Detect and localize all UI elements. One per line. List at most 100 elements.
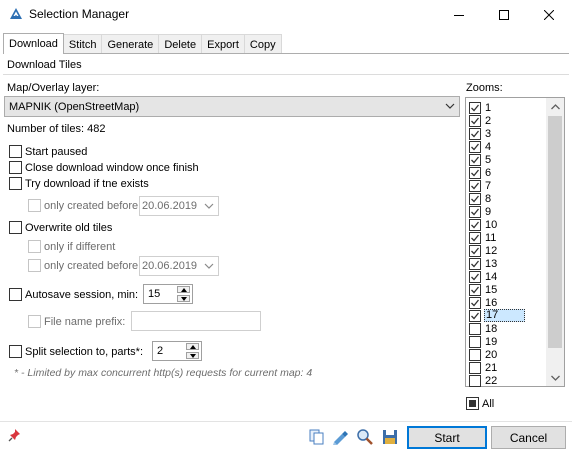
split-selection-option[interactable]: Split selection to, parts*: xyxy=(9,345,143,358)
zoom-item-3[interactable]: 3 xyxy=(469,127,545,140)
zoom-label: 15 xyxy=(485,283,498,296)
close-button[interactable] xyxy=(526,0,572,30)
zoom-item-8[interactable]: 8 xyxy=(469,192,545,205)
scroll-thumb[interactable] xyxy=(548,116,562,348)
zoom-item-17[interactable]: 17 xyxy=(469,309,545,322)
zoom-list[interactable]: 1 2 3 4 5 6 7 8 9 10 11 12 13 14 15 16 17 18 19 20 21 22 xyxy=(465,97,565,387)
date-picker-2[interactable]: 20.06.2019 xyxy=(139,256,219,276)
zoom-checkbox-9[interactable] xyxy=(469,205,481,218)
zoom-checkbox-15[interactable] xyxy=(469,283,481,296)
file-prefix-checkbox[interactable] xyxy=(28,315,41,328)
file-prefix-option[interactable]: File name prefix: xyxy=(28,315,125,328)
pin-icon[interactable] xyxy=(8,428,22,445)
zoom-item-1[interactable]: 1 xyxy=(469,101,545,114)
spin-down-icon[interactable] xyxy=(177,295,190,302)
zoom-item-20[interactable]: 20 xyxy=(469,348,545,361)
only-created-before-checkbox-2[interactable] xyxy=(28,259,41,272)
scroll-down-icon[interactable] xyxy=(546,369,564,386)
selection-tool-icon[interactable] xyxy=(332,428,350,446)
zoom-checkbox-7[interactable] xyxy=(469,179,481,192)
autosave-minutes-spinner[interactable]: 15 xyxy=(143,284,193,304)
split-parts-spinner[interactable]: 2 xyxy=(152,341,202,361)
zoom-checkbox-22[interactable] xyxy=(469,374,481,387)
try-download-checkbox[interactable] xyxy=(9,177,22,190)
tab-download[interactable]: Download xyxy=(3,33,64,54)
tab-copy[interactable]: Copy xyxy=(243,34,282,54)
zoom-item-19[interactable]: 19 xyxy=(469,335,545,348)
zoom-item-15[interactable]: 15 xyxy=(469,283,545,296)
only-created-before-checkbox-1[interactable] xyxy=(28,199,41,212)
spin-up-icon[interactable] xyxy=(177,286,190,293)
zoom-item-12[interactable]: 12 xyxy=(469,244,545,257)
try-download-option[interactable]: Try download if tne exists xyxy=(9,177,149,190)
zoom-item-10[interactable]: 10 xyxy=(469,218,545,231)
zoom-item-14[interactable]: 14 xyxy=(469,270,545,283)
zoom-checkbox-19[interactable] xyxy=(469,335,481,348)
zoom-item-5[interactable]: 5 xyxy=(469,153,545,166)
all-zooms-checkbox[interactable] xyxy=(466,397,479,410)
only-if-different-checkbox[interactable] xyxy=(28,240,41,253)
maximize-button[interactable] xyxy=(481,0,527,30)
zoom-checkbox-6[interactable] xyxy=(469,166,481,179)
start-button[interactable]: Start xyxy=(407,426,487,449)
all-zooms-option[interactable]: All xyxy=(466,397,494,410)
scroll-up-icon[interactable] xyxy=(546,98,564,115)
zoom-item-7[interactable]: 7 xyxy=(469,179,545,192)
zoom-checkbox-2[interactable] xyxy=(469,114,481,127)
autosave-option[interactable]: Autosave session, min: xyxy=(9,288,138,301)
zoom-checkbox-16[interactable] xyxy=(469,296,481,309)
overwrite-checkbox[interactable] xyxy=(9,221,22,234)
tab-delete[interactable]: Delete xyxy=(158,34,203,54)
zoom-search-icon[interactable] xyxy=(356,428,374,446)
zoom-item-2[interactable]: 2 xyxy=(469,114,545,127)
zoom-item-18[interactable]: 18 xyxy=(469,322,545,335)
zoom-checkbox-8[interactable] xyxy=(469,192,481,205)
zoom-item-6[interactable]: 6 xyxy=(469,166,545,179)
zoom-item-4[interactable]: 4 xyxy=(469,140,545,153)
tab-generate[interactable]: Generate xyxy=(101,34,160,54)
zoom-item-13[interactable]: 13 xyxy=(469,257,545,270)
zoom-checkbox-1[interactable] xyxy=(469,101,481,114)
zoom-checkbox-5[interactable] xyxy=(469,153,481,166)
zoom-label: 16 xyxy=(485,296,498,309)
zoom-item-9[interactable]: 9 xyxy=(469,205,545,218)
save-icon[interactable] xyxy=(381,428,399,446)
zoom-scrollbar[interactable] xyxy=(546,98,564,386)
zoom-item-21[interactable]: 21 xyxy=(469,361,545,374)
date-picker-1[interactable]: 20.06.2019 xyxy=(139,196,219,216)
overwrite-option[interactable]: Overwrite old tiles xyxy=(9,221,112,234)
zoom-checkbox-13[interactable] xyxy=(469,257,481,270)
zoom-checkbox-12[interactable] xyxy=(469,244,481,257)
zoom-checkbox-4[interactable] xyxy=(469,140,481,153)
file-prefix-input[interactable] xyxy=(131,311,261,331)
zoom-checkbox-18[interactable] xyxy=(469,322,481,335)
close-window-option[interactable]: Close download window once finish xyxy=(9,161,199,174)
spin-up-icon[interactable] xyxy=(186,343,199,350)
zoom-item-16[interactable]: 16 xyxy=(469,296,545,309)
minimize-button[interactable] xyxy=(436,0,482,30)
zoom-checkbox-11[interactable] xyxy=(469,231,481,244)
map-layer-select[interactable]: MAPNIK (OpenStreetMap) xyxy=(4,96,460,117)
split-selection-checkbox[interactable] xyxy=(9,345,22,358)
autosave-checkbox[interactable] xyxy=(9,288,22,301)
close-window-checkbox[interactable] xyxy=(9,161,22,174)
zoom-item-22[interactable]: 22 xyxy=(469,374,545,387)
zoom-checkbox-10[interactable] xyxy=(469,218,481,231)
zoom-checkbox-21[interactable] xyxy=(469,361,481,374)
zoom-item-11[interactable]: 11 xyxy=(469,231,545,244)
tab-export[interactable]: Export xyxy=(201,34,245,54)
start-paused-checkbox[interactable] xyxy=(9,145,22,158)
cancel-button[interactable]: Cancel xyxy=(491,426,566,449)
tab-stitch[interactable]: Stitch xyxy=(62,34,103,54)
file-prefix-label: File name prefix: xyxy=(44,315,126,328)
zoom-checkbox-20[interactable] xyxy=(469,348,481,361)
start-paused-option[interactable]: Start paused xyxy=(9,145,87,158)
zoom-checkbox-3[interactable] xyxy=(469,127,481,140)
only-created-before-option-2[interactable]: only created before xyxy=(28,259,138,272)
zoom-checkbox-14[interactable] xyxy=(469,270,481,283)
zoom-checkbox-17[interactable] xyxy=(469,309,481,322)
only-if-different-option[interactable]: only if different xyxy=(28,240,115,253)
copy-icon[interactable] xyxy=(308,428,326,446)
only-created-before-option-1[interactable]: only created before xyxy=(28,199,138,212)
spin-down-icon[interactable] xyxy=(186,352,199,359)
